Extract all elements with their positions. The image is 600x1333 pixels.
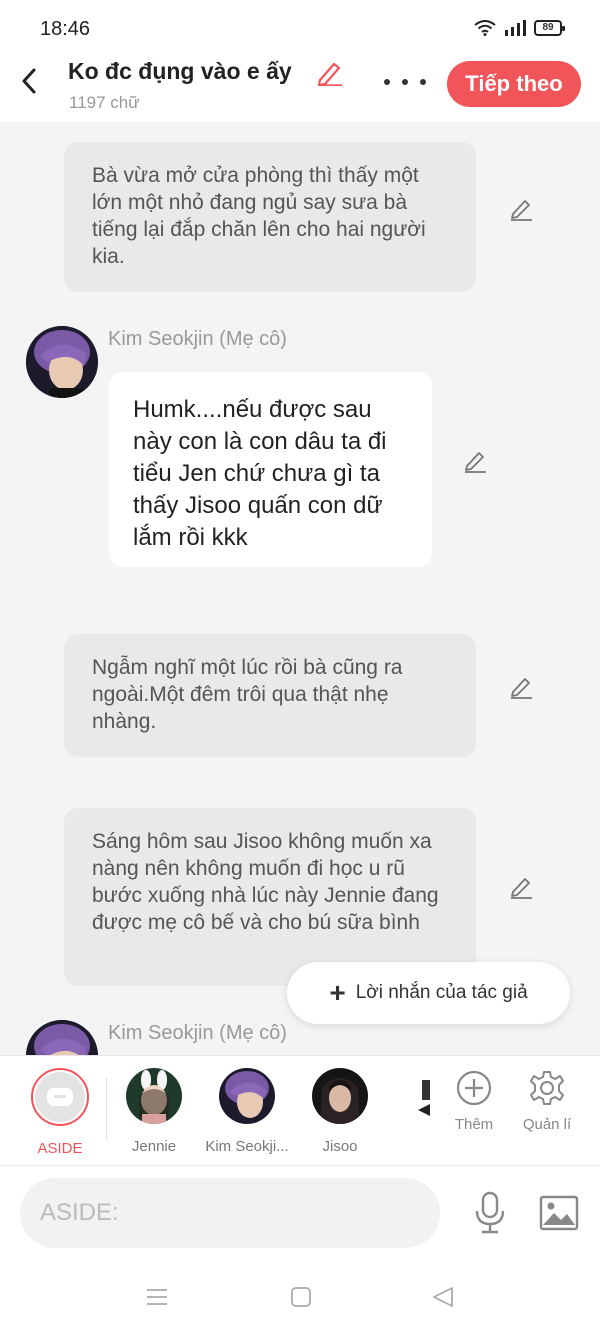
author-note-label: Lời nhắn của tác giả — [355, 982, 528, 1003]
menu-icon — [147, 1289, 167, 1305]
narration-bubble[interactable]: Ngẫm nghĩ một lúc rồi bà cũng ra ngoài.M… — [64, 634, 476, 757]
chat-content[interactable]: Bà vừa mở cửa phòng thì thấy một lớn một… — [0, 122, 600, 1055]
add-label: Thêm — [454, 1116, 494, 1133]
character-jisoo[interactable]: Jisoo — [295, 1068, 385, 1155]
speaker-name: Kim Seokjin (Mẹ cô) — [108, 1022, 287, 1044]
pencil-icon[interactable] — [462, 448, 488, 474]
avatar[interactable] — [26, 1020, 98, 1055]
author-note-button[interactable]: + Lời nhắn của tác giả — [287, 962, 570, 1024]
input-bar — [0, 1165, 600, 1260]
status-icons: 89 — [474, 20, 565, 36]
more-dots-icon[interactable] — [384, 72, 426, 92]
jennie-avatar — [126, 1068, 182, 1124]
narration-bubble[interactable]: Sáng hôm sau Jisoo không muốn xa nàng nê… — [64, 808, 476, 986]
kim-seokjin-avatar — [219, 1068, 275, 1124]
microphone-icon — [475, 1191, 505, 1234]
character-bar: ASIDE Jennie Kim Seokji... Jisoo Thêm Qu… — [0, 1055, 600, 1165]
avatar[interactable] — [26, 326, 98, 398]
character-label: ASIDE — [37, 1140, 83, 1157]
status-time: 18:46 — [40, 18, 91, 40]
back-button[interactable] — [14, 66, 44, 96]
character-jennie[interactable]: Jennie — [109, 1068, 199, 1155]
home-square-icon — [291, 1287, 311, 1307]
pencil-icon[interactable] — [508, 674, 534, 700]
story-title: Ko đc đụng vào e ấy — [68, 58, 292, 84]
character-kim-seokjin[interactable]: Kim Seokji... — [202, 1068, 292, 1155]
word-count: 1197 chữ — [69, 93, 140, 112]
image-button[interactable] — [536, 1190, 582, 1236]
jisoo-avatar — [312, 1068, 368, 1124]
speaker-name: Kim Seokjin (Mẹ cô) — [108, 328, 287, 350]
plus-icon: + — [329, 977, 346, 1008]
character-label: Jennie — [131, 1138, 177, 1155]
back-arrow-icon — [22, 68, 36, 94]
wifi-icon — [474, 20, 496, 36]
aside-avatar — [31, 1068, 89, 1126]
title-edit-pencil-icon[interactable] — [314, 60, 344, 86]
system-nav-bar — [0, 1260, 600, 1333]
narration-bubble[interactable]: Bà vừa mở cửa phòng thì thấy một lớn một… — [64, 142, 476, 292]
gear-icon — [530, 1071, 564, 1105]
pencil-icon[interactable] — [508, 196, 534, 222]
character-label: Jisoo — [322, 1138, 358, 1155]
add-circle-icon — [456, 1070, 492, 1106]
menu-button[interactable] — [142, 1284, 172, 1310]
back-nav-button[interactable] — [428, 1284, 458, 1310]
kim-seokjin-avatar — [26, 1020, 98, 1055]
kim-seokjin-avatar — [26, 326, 98, 398]
character-partial[interactable] — [416, 1074, 430, 1122]
manage-button[interactable]: Quản lí — [512, 1070, 582, 1133]
status-bar: 18:46 89 — [0, 0, 600, 56]
back-triangle-icon — [433, 1287, 453, 1307]
next-button[interactable]: Tiếp theo — [447, 61, 581, 107]
home-button[interactable] — [286, 1284, 316, 1310]
message-input[interactable] — [20, 1178, 440, 1248]
character-aside[interactable]: ASIDE — [15, 1068, 105, 1157]
pencil-icon[interactable] — [508, 874, 534, 900]
add-character-button[interactable]: Thêm — [439, 1070, 509, 1133]
microphone-button[interactable] — [470, 1188, 510, 1238]
battery-icon: 89 — [534, 20, 565, 36]
divider — [106, 1078, 107, 1140]
signal-icon — [505, 20, 526, 36]
header: Ko đc đụng vào e ấy 1197 chữ Tiếp theo — [0, 56, 600, 122]
speech-bubble-icon — [47, 1088, 73, 1106]
manage-label: Quản lí — [522, 1116, 572, 1133]
dialog-bubble[interactable]: Humk....nếu được sau này con là con dâu … — [109, 372, 432, 567]
character-label: Kim Seokji... — [205, 1138, 289, 1155]
image-icon — [539, 1195, 579, 1231]
